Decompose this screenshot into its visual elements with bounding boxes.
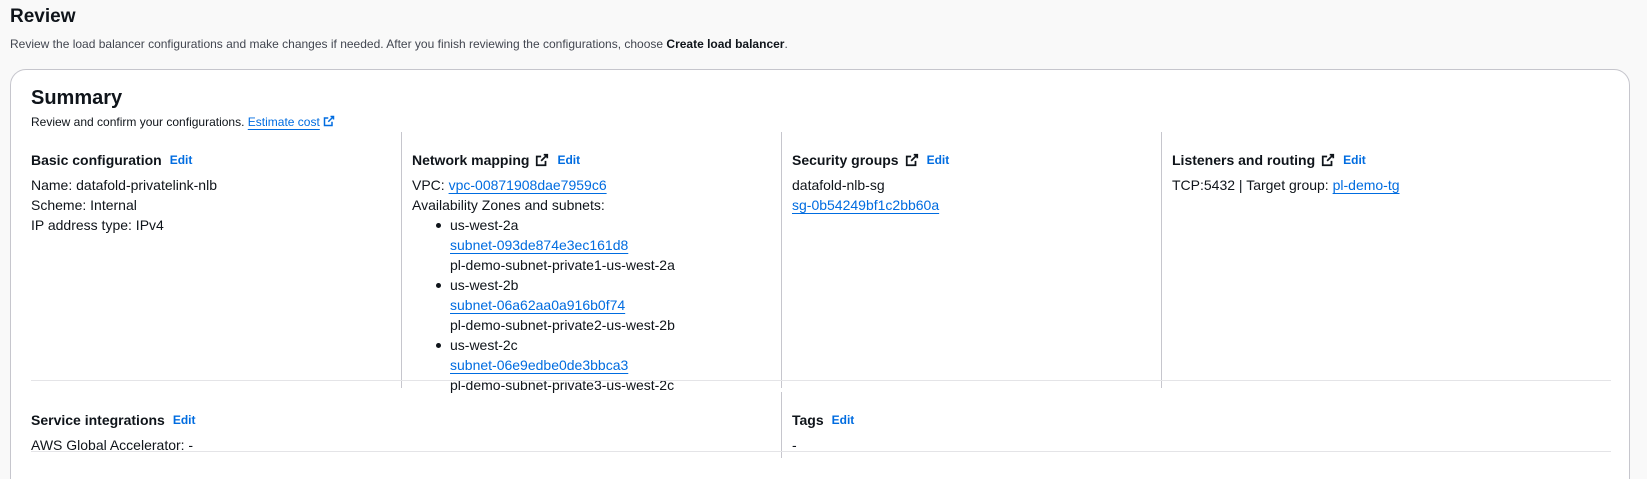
summary-panel: Summary Review and confirm your configur…: [10, 69, 1630, 479]
summary-description: Review and confirm your configurations. …: [31, 115, 335, 129]
divider: [31, 380, 1611, 381]
external-link-icon[interactable]: [905, 153, 919, 167]
subnet-name: pl-demo-subnet-private1-us-west-2a: [450, 257, 675, 273]
subnet-link[interactable]: subnet-06e9edbe0de3bbca3: [450, 357, 628, 373]
lb-scheme: Scheme: Internal: [31, 197, 137, 213]
estimate-cost-link[interactable]: Estimate cost: [248, 115, 320, 129]
subnet-link[interactable]: subnet-06a62aa0a916b0f74: [450, 297, 625, 313]
listeners-edit-button[interactable]: Edit: [1343, 151, 1366, 169]
security-groups-heading: Security groups: [792, 152, 899, 168]
security-group-name: datafold-nlb-sg: [792, 177, 885, 193]
page-description-bold: Create load balancer: [666, 37, 785, 51]
vpc-link[interactable]: vpc-00871908dae7959c6: [449, 177, 607, 193]
listeners-section: Listeners and routing Edit TCP:5432 | Ta…: [1161, 132, 1601, 388]
external-link-icon: [323, 115, 335, 127]
summary-title: Summary: [31, 87, 123, 109]
service-integrations-section: Service integrations Edit AWS Global Acc…: [31, 392, 781, 458]
security-groups-edit-button[interactable]: Edit: [927, 151, 950, 169]
lb-name: Name: datafold-privatelink-nlb: [31, 177, 217, 193]
page-title: Review: [10, 6, 76, 27]
global-accelerator: AWS Global Accelerator: -: [31, 437, 194, 453]
external-link-icon[interactable]: [535, 153, 549, 167]
summary-description-text: Review and confirm your configurations.: [31, 115, 245, 129]
list-item: us-west-2b subnet-06a62aa0a916b0f74 pl-d…: [412, 275, 781, 335]
tags-heading: Tags: [792, 412, 824, 428]
page-description: Review the load balancer configurations …: [10, 37, 788, 51]
page-description-suffix: .: [784, 37, 788, 51]
list-item: us-west-2a subnet-093de874e3ec161d8 pl-d…: [412, 215, 781, 275]
zone-name: us-west-2c: [450, 337, 518, 353]
tags-value: -: [792, 437, 797, 453]
external-link-icon[interactable]: [1321, 153, 1335, 167]
listener-text: TCP:5432 | Target group:: [1172, 177, 1333, 193]
page-description-text: Review the load balancer configurations …: [10, 37, 667, 51]
basic-configuration-section: Basic configuration Edit Name: datafold-…: [31, 132, 411, 388]
network-mapping-edit-button[interactable]: Edit: [557, 151, 580, 169]
lb-ip-type: IP address type: IPv4: [31, 217, 164, 233]
zone-name: us-west-2b: [450, 277, 519, 293]
network-mapping-heading: Network mapping: [412, 152, 530, 168]
az-list: us-west-2a subnet-093de874e3ec161d8 pl-d…: [412, 215, 781, 395]
security-groups-section: Security groups Edit datafold-nlb-sg sg-…: [781, 132, 1161, 388]
vpc-label: VPC:: [412, 177, 445, 193]
az-label: Availability Zones and subnets:: [412, 197, 605, 213]
target-group-link[interactable]: pl-demo-tg: [1333, 177, 1400, 193]
subnet-name: pl-demo-subnet-private2-us-west-2b: [450, 317, 675, 333]
divider: [31, 451, 1611, 452]
security-group-link[interactable]: sg-0b54249bf1c2bb60a: [792, 197, 939, 213]
list-item: us-west-2c subnet-06e9edbe0de3bbca3 pl-d…: [412, 335, 781, 395]
service-integrations-heading: Service integrations: [31, 412, 165, 428]
tags-edit-button[interactable]: Edit: [832, 411, 855, 429]
basic-configuration-edit-button[interactable]: Edit: [170, 151, 193, 169]
listeners-heading: Listeners and routing: [1172, 152, 1316, 168]
service-integrations-edit-button[interactable]: Edit: [173, 411, 196, 429]
basic-configuration-heading: Basic configuration: [31, 152, 162, 168]
subnet-link[interactable]: subnet-093de874e3ec161d8: [450, 237, 628, 253]
network-mapping-section: Network mapping Edit VPC: vpc-00871908da…: [401, 132, 781, 393]
tags-section: Tags Edit -: [781, 392, 1611, 458]
zone-name: us-west-2a: [450, 217, 519, 233]
